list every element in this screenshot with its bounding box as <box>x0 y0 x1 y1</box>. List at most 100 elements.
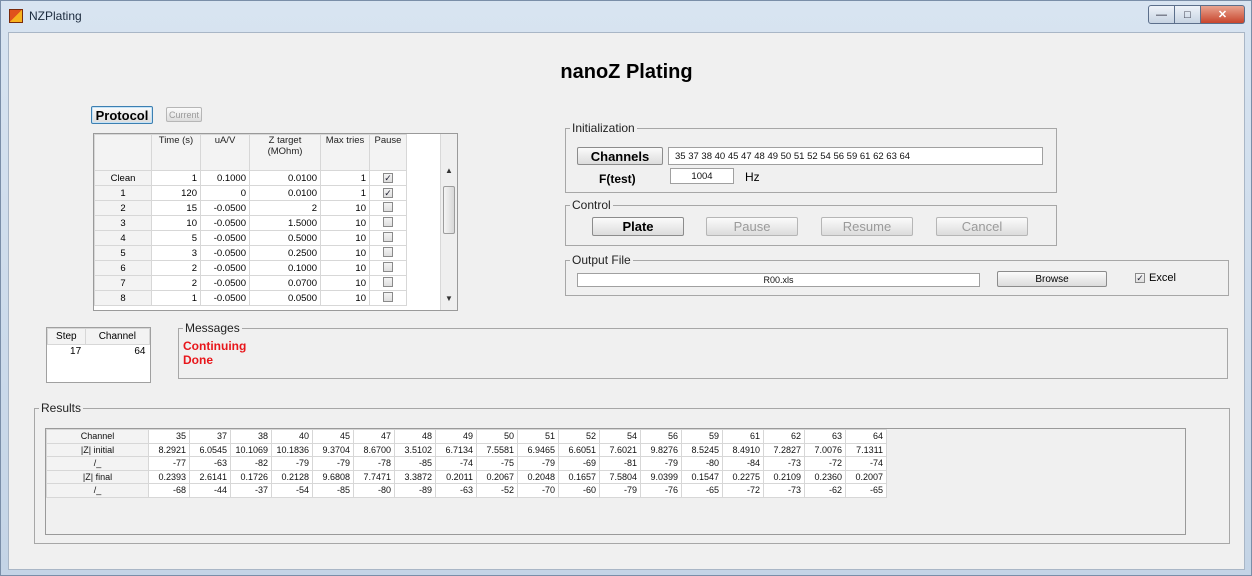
uav-cell[interactable]: 0.1000 <box>200 170 250 186</box>
results-row: /_ -68 -44 -37 -54 -85 -80 -89 -63 -52 -70 -60 -79 -7… <box>46 483 887 498</box>
close-button[interactable]: ✕ <box>1201 5 1245 24</box>
maximize-button[interactable]: □ <box>1175 5 1201 24</box>
z-target-cell[interactable]: 0.0700 <box>249 275 321 291</box>
pause-checkbox[interactable] <box>383 201 393 212</box>
max-tries-cell[interactable]: 10 <box>320 230 370 246</box>
z-target-cell[interactable]: 0.2500 <box>249 245 321 261</box>
plate-button[interactable]: Plate <box>592 217 684 236</box>
max-tries-cell[interactable]: 10 <box>320 275 370 291</box>
results-cell: 51 <box>517 429 559 444</box>
scroll-down-icon[interactable]: ▼ <box>441 294 457 308</box>
results-cell: 7.2827 <box>763 442 805 457</box>
results-row: |Z| initial 8.2921 6.0545 10.1069 10.1836 9.3… <box>46 442 887 457</box>
pause-cell[interactable] <box>369 215 407 231</box>
pause-checkbox[interactable]: ✓ <box>383 172 393 183</box>
pause-checkbox[interactable] <box>383 216 393 227</box>
table-row[interactable]: 8 1 -0.0500 0.0500 10 <box>94 290 407 306</box>
message-line: Done <box>183 353 213 367</box>
z-target-cell[interactable]: 0.0100 <box>249 185 321 201</box>
results-cell: -81 <box>599 456 641 471</box>
channels-field[interactable]: 35 37 38 40 45 47 48 49 50 51 52 54 56 5… <box>668 147 1043 165</box>
max-tries-cell[interactable]: 1 <box>320 185 370 201</box>
pause-checkbox[interactable] <box>383 276 393 287</box>
ftest-field[interactable]: 1004 <box>670 168 734 184</box>
minimize-button[interactable]: — <box>1148 5 1175 24</box>
max-tries-cell[interactable]: 10 <box>320 200 370 216</box>
max-tries-cell[interactable]: 10 <box>320 290 370 306</box>
pause-cell[interactable]: ✓ <box>369 185 407 201</box>
pause-cell[interactable] <box>369 200 407 216</box>
results-cell: 7.7471 <box>353 469 395 484</box>
results-cell: -65 <box>845 483 887 498</box>
results-cell: 52 <box>558 429 600 444</box>
uav-cell[interactable]: -0.0500 <box>200 260 250 276</box>
time-cell[interactable]: 2 <box>151 275 201 291</box>
uav-cell[interactable]: -0.0500 <box>200 290 250 306</box>
uav-cell[interactable]: -0.0500 <box>200 230 250 246</box>
pause-checkbox[interactable]: ✓ <box>383 187 393 198</box>
pause-cell[interactable] <box>369 275 407 291</box>
pause-checkbox[interactable] <box>383 291 393 302</box>
time-cell[interactable]: 5 <box>151 230 201 246</box>
pause-checkbox[interactable] <box>383 261 393 272</box>
uav-cell[interactable]: 0 <box>200 185 250 201</box>
close-icon: ✕ <box>1217 9 1228 21</box>
pause-cell[interactable] <box>369 290 407 306</box>
pause-button[interactable]: Pause <box>706 217 798 236</box>
pause-cell[interactable] <box>369 260 407 276</box>
uav-cell[interactable]: -0.0500 <box>200 245 250 261</box>
time-cell[interactable]: 1 <box>151 290 201 306</box>
matlab-app-icon <box>9 9 23 23</box>
current-button[interactable]: Current <box>166 107 202 122</box>
z-target-cell[interactable]: 0.1000 <box>249 260 321 276</box>
z-target-cell[interactable]: 2 <box>249 200 321 216</box>
initialization-legend: Initialization <box>572 121 635 135</box>
excel-checkbox[interactable]: ✓ Excel <box>1135 272 1176 284</box>
output-filename-field[interactable]: R00.xls <box>577 273 980 287</box>
table-row[interactable]: 2 15 -0.0500 2 10 <box>94 200 407 216</box>
protocol-scrollbar[interactable]: ▲ ▼ <box>440 134 457 310</box>
channels-button[interactable]: Channels <box>577 147 663 165</box>
time-cell[interactable]: 120 <box>151 185 201 201</box>
table-row[interactable]: 6 2 -0.0500 0.1000 10 <box>94 260 407 276</box>
table-row[interactable]: 7 2 -0.0500 0.0700 10 <box>94 275 407 291</box>
results-row: Channel 35 37 38 40 45 47 48 49 50 51 52 54 56 59 61 62 6… <box>46 429 887 444</box>
protocol-table[interactable]: Time (s) uA/V Z target (MOhm) Max tries … <box>93 133 458 311</box>
results-cell: 6.9465 <box>517 442 559 457</box>
time-cell[interactable]: 1 <box>151 170 201 186</box>
results-cell: -37 <box>230 483 272 498</box>
resume-button[interactable]: Resume <box>821 217 913 236</box>
browse-button[interactable]: Browse <box>997 271 1107 287</box>
uav-cell[interactable]: -0.0500 <box>200 200 250 216</box>
z-target-cell[interactable]: 0.0500 <box>249 290 321 306</box>
time-cell[interactable]: 10 <box>151 215 201 231</box>
max-tries-cell[interactable]: 10 <box>320 215 370 231</box>
table-row[interactable]: 4 5 -0.0500 0.5000 10 <box>94 230 407 246</box>
time-cell[interactable]: 3 <box>151 245 201 261</box>
table-row[interactable]: Clean 1 0.1000 0.0100 1 ✓ <box>94 170 407 186</box>
z-target-cell[interactable]: 0.5000 <box>249 230 321 246</box>
pause-checkbox[interactable] <box>383 246 393 257</box>
table-row[interactable]: 5 3 -0.0500 0.2500 10 <box>94 245 407 261</box>
z-target-cell[interactable]: 0.0100 <box>249 170 321 186</box>
time-cell[interactable]: 2 <box>151 260 201 276</box>
z-target-cell[interactable]: 1.5000 <box>249 215 321 231</box>
scroll-thumb[interactable] <box>443 186 455 234</box>
pause-cell[interactable]: ✓ <box>369 170 407 186</box>
pause-cell[interactable] <box>369 245 407 261</box>
uav-cell[interactable]: -0.0500 <box>200 215 250 231</box>
pause-cell[interactable] <box>369 230 407 246</box>
protocol-button[interactable]: Protocol <box>91 106 153 124</box>
max-tries-cell[interactable]: 10 <box>320 260 370 276</box>
time-cell[interactable]: 15 <box>151 200 201 216</box>
max-tries-cell[interactable]: 1 <box>320 170 370 186</box>
table-row[interactable]: 3 10 -0.0500 1.5000 10 <box>94 215 407 231</box>
row-label: 8 <box>94 290 152 306</box>
cancel-button[interactable]: Cancel <box>936 217 1028 236</box>
table-row[interactable]: 1 120 0 0.0100 1 ✓ <box>94 185 407 201</box>
results-table: Channel 35 37 38 40 45 47 48 49 50 51 52 54 56 59 61 62 6… <box>45 428 1186 535</box>
max-tries-cell[interactable]: 10 <box>320 245 370 261</box>
uav-cell[interactable]: -0.0500 <box>200 275 250 291</box>
pause-checkbox[interactable] <box>383 231 393 242</box>
scroll-up-icon[interactable]: ▲ <box>441 166 457 180</box>
